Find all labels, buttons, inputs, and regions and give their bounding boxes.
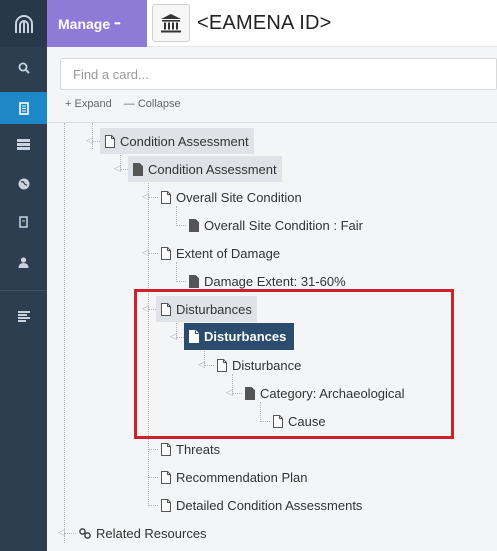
card-icon bbox=[161, 190, 171, 204]
card-search-input[interactable] bbox=[60, 58, 497, 90]
more-dots-icon: ••• bbox=[114, 19, 120, 28]
tree-node-condition-assessment[interactable]: Condition Assessment bbox=[100, 128, 254, 154]
filled-card-icon bbox=[189, 274, 199, 288]
node-label: Damage Extent: 31-60% bbox=[204, 273, 346, 289]
filled-card-icon bbox=[133, 162, 143, 176]
card-icon bbox=[161, 246, 171, 260]
list-icon[interactable] bbox=[0, 128, 47, 160]
arches-logo-icon[interactable] bbox=[0, 0, 47, 47]
tree-line bbox=[120, 169, 128, 170]
book-icon[interactable] bbox=[0, 206, 47, 238]
collapse-button[interactable]: — Collapse bbox=[124, 98, 181, 110]
filled-card-icon bbox=[189, 218, 199, 232]
divider bbox=[47, 122, 497, 123]
sidebar-divider bbox=[0, 290, 47, 291]
resource-icon[interactable] bbox=[0, 92, 47, 124]
tree-node-recommendation-plan[interactable]: Recommendation Plan bbox=[156, 464, 313, 490]
manage-button[interactable]: Manage ••• bbox=[47, 0, 147, 47]
manage-label: Manage bbox=[58, 15, 111, 32]
highlight-box bbox=[134, 289, 454, 439]
tree-node-detailed-condition-assessments[interactable]: Detailed Condition Assessments bbox=[156, 492, 367, 518]
tree-node-related-resources[interactable]: Related Resources bbox=[74, 520, 212, 546]
tree-node-overall-site-condition[interactable]: Overall Site Condition bbox=[156, 184, 307, 210]
institution-icon bbox=[152, 4, 190, 42]
node-label: Condition Assessment bbox=[120, 133, 249, 149]
tree-line bbox=[92, 141, 100, 142]
menu-lines-icon[interactable] bbox=[0, 300, 47, 332]
globe-icon[interactable] bbox=[0, 168, 47, 200]
page-title: <EAMENA ID> bbox=[197, 11, 332, 34]
tree-node-overall-site-condition-value[interactable]: Overall Site Condition : Fair bbox=[184, 212, 368, 238]
node-label: Recommendation Plan bbox=[176, 469, 308, 485]
tree-controls: + Expand — Collapse bbox=[65, 98, 181, 110]
tree-node-extent-of-damage[interactable]: Extent of Damage bbox=[156, 240, 285, 266]
tree-node-condition-assessment-child[interactable]: Condition Assessment bbox=[128, 156, 282, 182]
expander-icon[interactable]: ◁ bbox=[142, 248, 149, 257]
node-label: Overall Site Condition bbox=[176, 189, 302, 205]
node-label: Extent of Damage bbox=[176, 245, 281, 261]
expander-icon[interactable]: ◁ bbox=[58, 528, 65, 537]
node-label: Detailed Condition Assessments bbox=[176, 497, 363, 513]
tree-node-threats[interactable]: Threats bbox=[156, 436, 225, 462]
resource-header: <EAMENA ID> bbox=[147, 0, 497, 47]
card-icon bbox=[161, 498, 171, 512]
node-label: Threats bbox=[176, 441, 221, 457]
node-label: Condition Assessment bbox=[148, 161, 277, 177]
node-label: Overall Site Condition : Fair bbox=[204, 217, 363, 233]
expander-icon[interactable]: ◁ bbox=[142, 192, 149, 201]
tree-line bbox=[64, 123, 65, 543]
sidebar bbox=[0, 0, 47, 551]
link-icon bbox=[79, 527, 91, 539]
node-label: Related Resources bbox=[96, 525, 207, 541]
card-icon bbox=[105, 134, 115, 148]
user-icon[interactable] bbox=[0, 246, 47, 278]
card-icon bbox=[161, 442, 171, 456]
expander-icon[interactable]: ◁ bbox=[86, 136, 93, 145]
search-icon[interactable] bbox=[0, 52, 47, 84]
expand-button[interactable]: + Expand bbox=[65, 98, 112, 110]
card-icon bbox=[161, 470, 171, 484]
expander-icon[interactable]: ◁ bbox=[114, 164, 121, 173]
